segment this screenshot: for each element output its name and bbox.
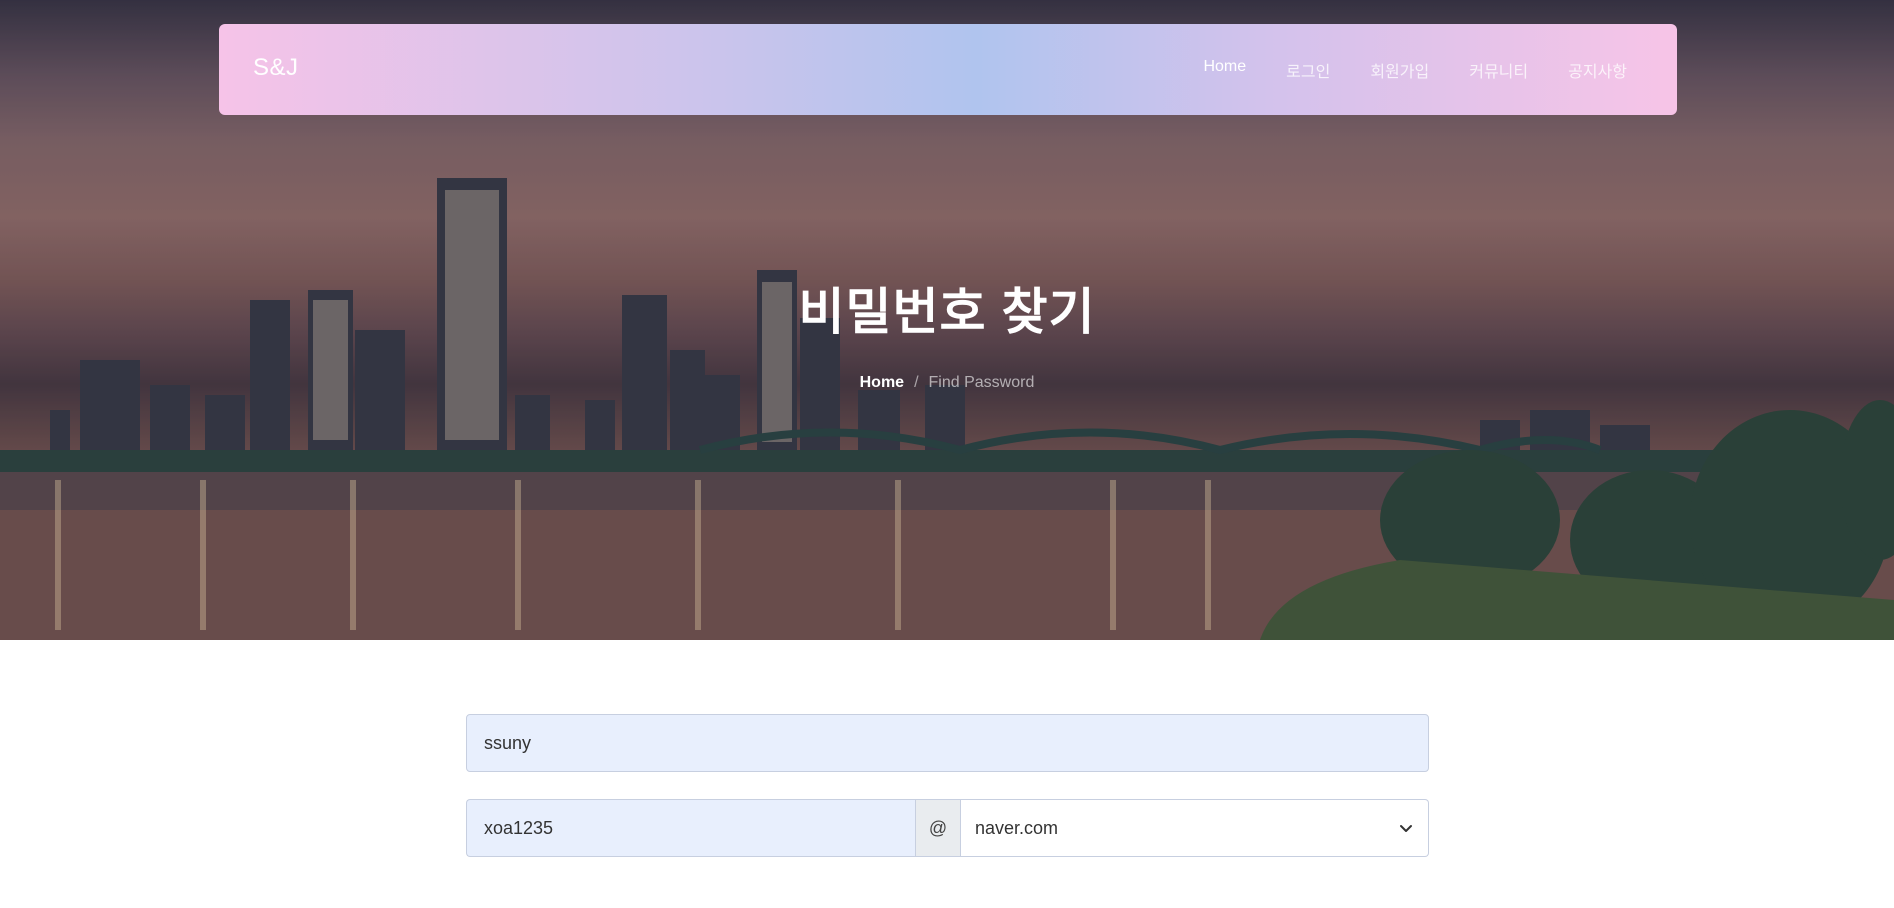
breadcrumb-separator: /	[914, 374, 919, 391]
chevron-down-icon	[1400, 825, 1412, 832]
email-domain-select[interactable]: naver.com	[961, 799, 1429, 857]
breadcrumb: Home / Find Password	[0, 374, 1894, 392]
user-id-row: ssuny	[466, 714, 1429, 772]
brand-logo[interactable]: S&J	[253, 54, 299, 82]
nav-item-login[interactable]: 로그인	[1286, 58, 1330, 82]
nav-item-signup[interactable]: 회원가입	[1370, 58, 1429, 82]
at-sign-addon: @	[915, 799, 961, 857]
hero-banner: S&J Home 로그인 회원가입 커뮤니티 공지사항 비밀번호 찾기 Home…	[0, 0, 1894, 640]
email-local-input[interactable]: xoa1235	[466, 799, 915, 857]
user-id-input[interactable]: ssuny	[466, 714, 1429, 772]
page-title: 비밀번호 찾기	[798, 284, 1096, 340]
navbar: S&J Home 로그인 회원가입 커뮤니티 공지사항	[219, 24, 1677, 115]
email-row: xoa1235 @ naver.com	[466, 799, 1429, 857]
breadcrumb-current: Find Password	[928, 374, 1035, 391]
nav-item-notice[interactable]: 공지사항	[1568, 58, 1627, 82]
nav-item-home[interactable]: Home	[1203, 58, 1246, 82]
breadcrumb-home-link[interactable]: Home	[860, 374, 904, 391]
nav-links: Home 로그인 회원가입 커뮤니티 공지사항	[1163, 58, 1627, 82]
email-domain-value: naver.com	[975, 817, 1059, 838]
nav-item-community[interactable]: 커뮤니티	[1469, 58, 1528, 82]
email-input-group: xoa1235 @ naver.com	[466, 799, 1429, 857]
